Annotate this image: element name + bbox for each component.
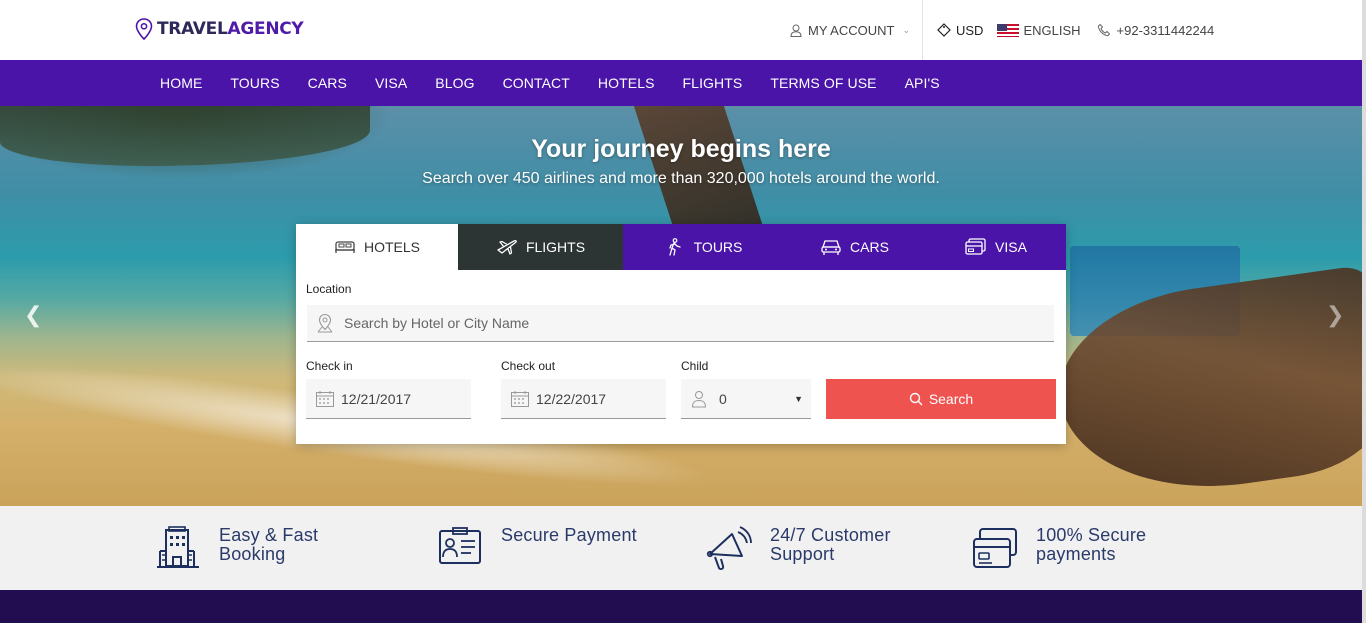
search-icon (909, 392, 923, 406)
nav-item-blog[interactable]: BLOG (435, 75, 474, 91)
hero-title: Your journey begins here (531, 135, 831, 163)
car-icon (821, 240, 841, 255)
hotel-building-icon (157, 526, 199, 568)
search-button[interactable]: Search (826, 379, 1056, 419)
nav-item-tours[interactable]: TOURS (230, 75, 279, 91)
my-account-dropdown[interactable]: MY ACCOUNT ⌄ (790, 0, 923, 60)
feature-text: Secure Payment (501, 526, 637, 572)
tab-tours[interactable]: TOURS (623, 224, 783, 270)
bed-icon (334, 241, 355, 253)
currency-label: USD (955, 22, 984, 38)
map-pin-icon (317, 313, 333, 333)
checkin-label: Check in (306, 359, 353, 373)
language-label: ENGLISH (1023, 22, 1081, 38)
feature-secure-payments: 100% Secure payments (972, 526, 1146, 572)
search-tabs: HOTELS FLIGHTS TOURS CARS VISA (296, 224, 1066, 270)
card-icon (965, 238, 986, 255)
page-scrollbar[interactable] (1362, 0, 1366, 623)
top-right-menu: MY ACCOUNT ⌄ USD ENGLISH +92-3311442244 (790, 0, 1214, 60)
tab-cars-label: CARS (850, 239, 889, 255)
calendar-icon (511, 390, 529, 407)
phone-number: +92-3311442244 (1116, 22, 1215, 38)
tab-visa-label: VISA (995, 239, 1027, 255)
feature-line1: 100% Secure (1036, 525, 1147, 545)
nav-item-apis[interactable]: API'S (905, 75, 940, 91)
nav-item-terms[interactable]: TERMS OF USE (770, 75, 876, 91)
tag-icon (937, 23, 951, 37)
search-widget: HOTELS FLIGHTS TOURS CARS VISA Location … (296, 224, 1066, 444)
main-nav: HOME TOURS CARS VISA BLOG CONTACT HOTELS… (0, 60, 1366, 106)
tab-cars[interactable]: CARS (783, 224, 926, 270)
feature-line1: 24/7 Customer (770, 525, 891, 545)
nav-item-hotels[interactable]: HOTELS (598, 75, 655, 91)
id-card-icon (439, 527, 481, 564)
feature-text: Easy & Fast Booking (219, 526, 318, 572)
currency-selector[interactable]: USD (937, 23, 983, 38)
child-count-value: 0 (719, 390, 727, 407)
hero-subtitle: Search over 450 airlines and more than 3… (422, 170, 940, 187)
location-placeholder: Search by Hotel or City Name (344, 315, 530, 331)
carousel-prev-arrow[interactable]: ❮ (24, 302, 42, 328)
checkout-date-input[interactable]: 12/22/2017 (501, 379, 666, 419)
phone-icon (1097, 23, 1110, 37)
nav-item-home[interactable]: HOME (160, 75, 202, 91)
checkin-date-value: 12/21/2017 (341, 390, 412, 407)
child-count-select[interactable]: 0 ▼ (681, 379, 811, 419)
tab-flights-label: FLIGHTS (525, 239, 586, 255)
tab-hotels[interactable]: HOTELS (296, 224, 458, 270)
location-input[interactable]: Search by Hotel or City Name (307, 305, 1054, 342)
feature-line2: Support (770, 544, 835, 564)
location-label: Location (306, 282, 352, 296)
us-flag-icon (997, 23, 1020, 37)
feature-text: 24/7 Customer Support (770, 526, 891, 572)
hiker-icon (668, 238, 681, 256)
logo-text-part2: AGENCY (227, 19, 304, 39)
nav-item-visa[interactable]: VISA (375, 75, 407, 91)
nav-item-flights[interactable]: FLIGHTS (683, 75, 743, 91)
child-label: Child (681, 359, 709, 373)
nav-item-cars[interactable]: CARS (308, 75, 347, 91)
calendar-icon (316, 390, 334, 407)
chevron-down-icon: ⌄ (902, 24, 910, 35)
nav-item-contact[interactable]: CONTACT (503, 75, 570, 91)
feature-line2: Booking (219, 544, 286, 564)
feature-secure-payment: Secure Payment (437, 526, 637, 572)
footer-band (0, 590, 1366, 623)
dropdown-arrow-icon: ▼ (794, 393, 803, 404)
search-button-label: Search (928, 391, 974, 407)
checkout-date-value: 12/22/2017 (536, 390, 607, 407)
checkout-label: Check out (501, 359, 556, 373)
checkin-date-input[interactable]: 12/21/2017 (306, 379, 471, 419)
my-account-label: MY ACCOUNT (808, 22, 895, 38)
credit-card-icon (973, 528, 1017, 568)
location-pin-icon (135, 18, 153, 40)
tab-visa[interactable]: VISA (926, 224, 1066, 270)
phone-contact[interactable]: +92-3311442244 (1097, 22, 1215, 38)
logo-text-part1: TRAVEL (157, 19, 228, 39)
user-icon (790, 24, 802, 37)
feature-customer-support: 24/7 Customer Support (706, 526, 891, 572)
tab-hotels-label: HOTELS (363, 239, 420, 255)
feature-line1: Easy & Fast (219, 525, 319, 545)
logo-text: TRAVELAGENCY (157, 19, 304, 39)
nav-list: HOME TOURS CARS VISA BLOG CONTACT HOTELS… (160, 60, 968, 106)
tab-flights[interactable]: FLIGHTS (458, 224, 623, 270)
feature-easy-booking: Easy & Fast Booking (155, 526, 318, 572)
language-selector[interactable]: ENGLISH (997, 22, 1081, 38)
tab-tours-label: TOURS (693, 239, 743, 255)
megaphone-icon (706, 526, 752, 571)
carousel-next-arrow[interactable]: ❯ (1326, 302, 1344, 328)
feature-line2: payments (1036, 544, 1116, 564)
logo[interactable]: TRAVELAGENCY (135, 18, 304, 40)
feature-line1: Secure Payment (501, 525, 637, 545)
top-bar: TRAVELAGENCY MY ACCOUNT ⌄ USD ENGLISH +9… (0, 0, 1366, 60)
feature-text: 100% Secure payments (1036, 526, 1146, 572)
plane-icon (497, 240, 517, 255)
person-icon (691, 390, 707, 407)
features-strip: Easy & Fast Booking Secure Payment 24/7 … (0, 506, 1366, 590)
